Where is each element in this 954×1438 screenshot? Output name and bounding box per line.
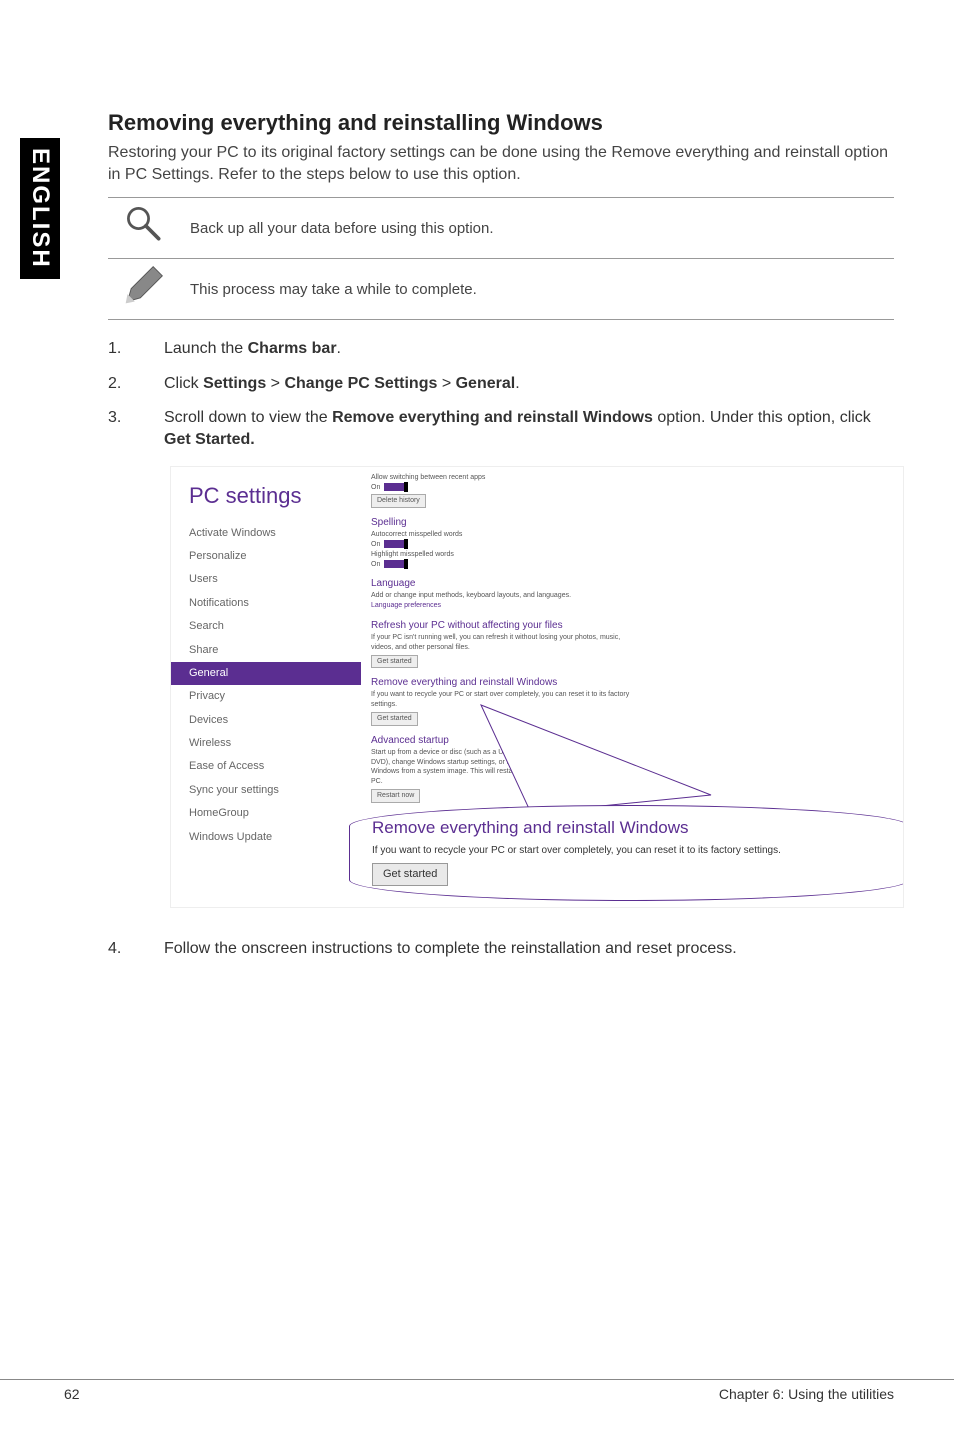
ss-on-3: On bbox=[371, 561, 380, 568]
ss-item-activate[interactable]: Activate Windows bbox=[171, 522, 361, 545]
step-2: Click Settings > Change PC Settings > Ge… bbox=[108, 373, 894, 395]
step2-b3: General bbox=[456, 375, 516, 392]
step2-pre: Click bbox=[164, 375, 203, 392]
ss-item-privacy[interactable]: Privacy bbox=[171, 685, 361, 708]
ss-language-text: Add or change input methods, keyboard la… bbox=[371, 591, 893, 601]
ss-item-search[interactable]: Search bbox=[171, 615, 361, 638]
ss-item-update[interactable]: Windows Update bbox=[171, 826, 361, 849]
step-1: Launch the Charms bar. bbox=[108, 338, 894, 360]
note-backup: Back up all your data before using this … bbox=[180, 198, 894, 259]
step3-bold2: Get Started. bbox=[164, 431, 255, 448]
callout-title: Remove everything and reinstall Windows bbox=[372, 816, 886, 840]
ss-refresh-text: If your PC isn't running well, you can r… bbox=[371, 633, 631, 653]
toggle-icon[interactable] bbox=[384, 483, 408, 491]
ss-sidebar: PC settings Activate Windows Personalize… bbox=[171, 467, 361, 907]
ss-switch-label: Allow switching between recent apps bbox=[371, 473, 893, 483]
step-3: Scroll down to view the Remove everythin… bbox=[108, 407, 894, 908]
intro-paragraph: Restoring your PC to its original factor… bbox=[108, 142, 894, 185]
section-title: Removing everything and reinstalling Win… bbox=[108, 110, 894, 136]
ss-advanced-text: Start up from a device or disc (such as … bbox=[371, 748, 541, 787]
ss-item-personalize[interactable]: Personalize bbox=[171, 545, 361, 568]
ss-item-ease[interactable]: Ease of Access bbox=[171, 755, 361, 778]
step1-post: . bbox=[337, 340, 341, 357]
ss-item-devices[interactable]: Devices bbox=[171, 709, 361, 732]
ss-item-sync[interactable]: Sync your settings bbox=[171, 779, 361, 802]
ss-spelling1: Autocorrect misspelled words bbox=[371, 530, 893, 540]
toggle-icon[interactable] bbox=[384, 560, 408, 568]
ss-spelling-h: Spelling bbox=[371, 516, 893, 530]
notes-table: Back up all your data before using this … bbox=[108, 197, 894, 320]
step3-bold: Remove everything and reinstall Windows bbox=[332, 409, 653, 426]
step2-b2: Change PC Settings bbox=[284, 375, 437, 392]
ss-item-general[interactable]: General bbox=[171, 662, 361, 685]
step-4: Follow the onscreen instructions to comp… bbox=[108, 938, 894, 960]
step2-sep1: > bbox=[266, 375, 284, 392]
language-tab: ENGLISH bbox=[20, 138, 60, 279]
ss-sidebar-title: PC settings bbox=[171, 481, 361, 512]
callout-text: If you want to recycle your PC or start … bbox=[372, 844, 886, 858]
ss-main: Allow switching between recent apps On D… bbox=[371, 473, 893, 803]
ss-refresh-get-started-button[interactable]: Get started bbox=[371, 655, 418, 669]
step2-b1: Settings bbox=[203, 375, 266, 392]
callout-box: Remove everything and reinstall Windows … bbox=[349, 805, 904, 901]
steps-list: Launch the Charms bar. Click Settings > … bbox=[108, 338, 894, 960]
ss-language-link[interactable]: Language preferences bbox=[371, 601, 893, 611]
ss-restart-now-button[interactable]: Restart now bbox=[371, 789, 420, 803]
page-number: 62 bbox=[64, 1386, 80, 1402]
step3-pre: Scroll down to view the bbox=[164, 409, 332, 426]
ss-language-h: Language bbox=[371, 577, 893, 591]
ss-item-share[interactable]: Share bbox=[171, 639, 361, 662]
ss-item-wireless[interactable]: Wireless bbox=[171, 732, 361, 755]
ss-delete-history-button[interactable]: Delete history bbox=[371, 494, 426, 508]
step2-post: . bbox=[515, 375, 519, 392]
ss-remove-get-started-button[interactable]: Get started bbox=[371, 712, 418, 726]
step1-bold: Charms bar bbox=[248, 340, 337, 357]
step2-sep2: > bbox=[437, 375, 455, 392]
pen-icon bbox=[122, 294, 166, 311]
toggle-icon[interactable] bbox=[384, 540, 408, 548]
ss-on-2: On bbox=[371, 541, 380, 548]
ss-advanced-h: Advanced startup bbox=[371, 734, 893, 748]
note-time: This process may take a while to complet… bbox=[180, 259, 894, 320]
ss-item-homegroup[interactable]: HomeGroup bbox=[171, 802, 361, 825]
page-footer: 62 Chapter 6: Using the utilities bbox=[0, 1379, 954, 1402]
ss-on-1: On bbox=[371, 484, 380, 491]
ss-refresh-h: Refresh your PC without affecting your f… bbox=[371, 619, 893, 633]
magnifier-icon bbox=[122, 233, 166, 250]
ss-remove-h: Remove everything and reinstall Windows bbox=[371, 676, 893, 690]
ss-spelling2: Highlight misspelled words bbox=[371, 550, 893, 560]
ss-remove-text: If you want to recycle your PC or start … bbox=[371, 690, 651, 710]
step3-mid: option. Under this option, click bbox=[653, 409, 871, 426]
chapter-label: Chapter 6: Using the utilities bbox=[719, 1386, 894, 1402]
step1-pre: Launch the bbox=[164, 340, 248, 357]
pc-settings-screenshot: PC settings Activate Windows Personalize… bbox=[170, 466, 904, 908]
ss-item-users[interactable]: Users bbox=[171, 568, 361, 591]
callout-get-started-button[interactable]: Get started bbox=[372, 863, 448, 886]
ss-item-notifications[interactable]: Notifications bbox=[171, 592, 361, 615]
